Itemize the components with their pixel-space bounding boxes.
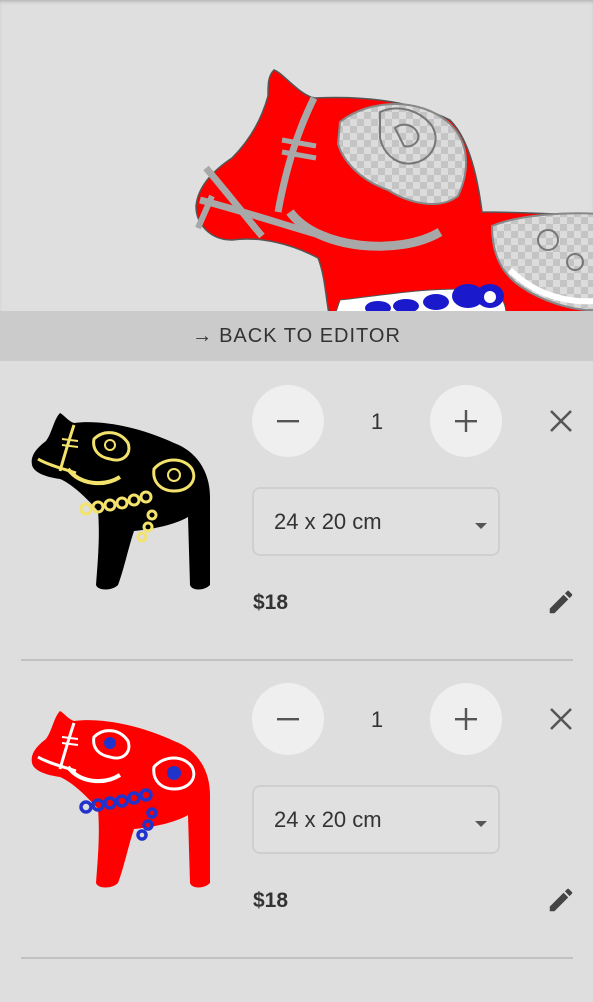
quantity-value: 1 <box>370 409 384 434</box>
plus-icon <box>455 708 477 730</box>
size-select[interactable]: 24 x 20 cm <box>252 785 500 854</box>
remove-item-button[interactable] <box>541 401 581 441</box>
increase-quantity-button[interactable] <box>430 385 502 457</box>
size-select-value: 24 x 20 cm <box>274 806 382 832</box>
back-to-editor-label: BACK TO EDITOR <box>219 324 401 347</box>
edit-item-button[interactable] <box>542 583 580 621</box>
pencil-icon <box>549 888 573 912</box>
pencil-icon <box>549 590 573 614</box>
item-price: $18 <box>253 889 289 912</box>
cart-item: 1 24 x 20 cm $18 <box>0 363 593 661</box>
close-icon <box>550 410 572 432</box>
size-select-value: 24 x 20 cm <box>274 508 382 534</box>
plus-icon <box>455 410 477 432</box>
preview-horse-image <box>195 69 593 311</box>
item-divider <box>21 957 573 959</box>
minus-icon <box>277 420 299 423</box>
item-price: $18 <box>253 591 289 614</box>
product-thumbnail <box>31 413 211 590</box>
quantity-value: 1 <box>370 707 384 732</box>
caret-down-icon <box>475 821 487 827</box>
back-to-editor-button[interactable]: → BACK TO EDITOR <box>0 311 593 361</box>
decrease-quantity-button[interactable] <box>252 683 324 755</box>
minus-icon <box>277 718 299 721</box>
decrease-quantity-button[interactable] <box>252 385 324 457</box>
close-icon <box>550 708 572 730</box>
design-preview <box>0 0 593 311</box>
product-thumbnail <box>31 711 211 888</box>
remove-item-button[interactable] <box>541 699 581 739</box>
increase-quantity-button[interactable] <box>430 683 502 755</box>
edit-item-button[interactable] <box>542 881 580 919</box>
caret-down-icon <box>475 523 487 529</box>
arrow-right-icon: → <box>192 324 214 347</box>
size-select[interactable]: 24 x 20 cm <box>252 487 500 556</box>
cart-item: 1 24 x 20 cm $18 <box>0 661 593 959</box>
